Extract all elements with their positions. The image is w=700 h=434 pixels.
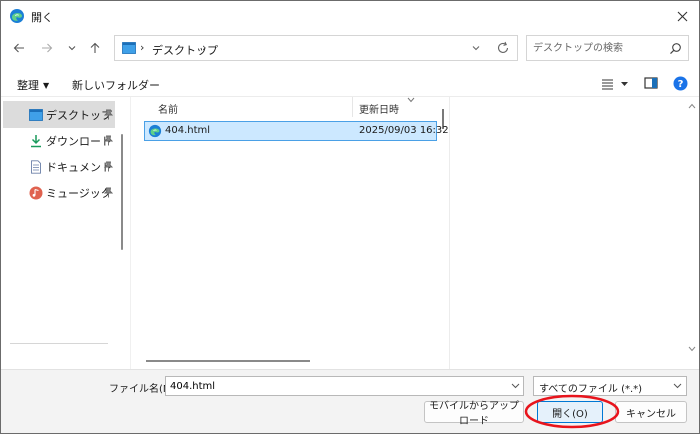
- document-icon: [31, 159, 41, 174]
- help-icon[interactable]: ?: [673, 76, 688, 91]
- edge-icon: [148, 124, 162, 138]
- column-header-date[interactable]: 更新日時: [359, 101, 399, 116]
- sidebar-item-documents[interactable]: ドキュメント: [3, 153, 115, 180]
- file-row[interactable]: 404.html 2025/09/03 16:32: [144, 121, 449, 141]
- sidebar-item-label: デスクトップ: [46, 108, 112, 122]
- svg-text:?: ?: [678, 79, 684, 90]
- sort-chevron-icon: [407, 97, 415, 103]
- chevron-up-icon[interactable]: [688, 103, 696, 109]
- arrow-left-icon: [13, 43, 24, 53]
- window-title: 開く: [31, 11, 53, 24]
- organize-label: 整理: [17, 79, 39, 92]
- list-view-icon: [602, 79, 628, 90]
- preview-pane-icon[interactable]: [644, 76, 658, 90]
- recent-locations-button[interactable]: [62, 38, 82, 58]
- search-box[interactable]: [526, 35, 689, 61]
- close-icon: [677, 11, 687, 21]
- organize-button[interactable]: 整理 ▼: [17, 77, 50, 92]
- download-icon: [31, 134, 41, 147]
- file-name-input[interactable]: [170, 379, 490, 393]
- close-button[interactable]: [671, 5, 693, 27]
- breadcrumb-desktop[interactable]: デスクトップ: [152, 42, 218, 58]
- arrow-right-icon: [42, 43, 53, 53]
- address-bar[interactable]: › デスクトップ ›: [114, 35, 518, 61]
- column-divider[interactable]: [352, 97, 353, 117]
- file-modified-date: 2025/09/03 16:32: [359, 125, 449, 136]
- sidebar-item-music[interactable]: ミュージック: [3, 179, 115, 206]
- pin-icon[interactable]: [104, 161, 113, 172]
- preview-pane: [449, 97, 699, 369]
- file-name: 404.html: [165, 125, 211, 136]
- open-button[interactable]: 開く(O): [537, 401, 603, 423]
- sidebar-item-label: ダウンロード: [46, 134, 112, 148]
- caret-down-icon: ▼: [43, 81, 50, 90]
- search-icon: [670, 43, 681, 55]
- navigation-scrollbar[interactable]: [121, 134, 123, 250]
- open-file-dialog: 開く › デスクトップ › デスクトップの検索 整理 ▼ 新しいフォルダー ? …: [0, 0, 700, 434]
- back-button[interactable]: [9, 38, 29, 58]
- desktop-icon: [29, 108, 43, 121]
- file-name-combobox[interactable]: [165, 376, 524, 396]
- title-bar: 開く: [1, 1, 699, 31]
- upload-from-mobile-button[interactable]: モバイルからアップロード: [424, 401, 524, 427]
- music-icon: [29, 186, 43, 199]
- pin-icon[interactable]: [104, 135, 113, 146]
- pin-icon[interactable]: [104, 187, 113, 198]
- breadcrumb-separator[interactable]: ›: [202, 41, 206, 54]
- up-button[interactable]: [85, 38, 105, 58]
- file-list-horizontal-scrollbar[interactable]: [146, 360, 310, 362]
- navigation-divider: [10, 343, 108, 344]
- column-header-name[interactable]: 名前: [158, 101, 178, 116]
- dialog-footer: ファイル名(N): すべてのファイル (*.*) モバイルからアップロード 開く…: [1, 369, 699, 433]
- new-folder-button[interactable]: 新しいフォルダー: [72, 77, 160, 92]
- chevron-down-icon: [673, 383, 682, 389]
- edge-icon: [10, 9, 24, 23]
- sidebar-item-downloads[interactable]: ダウンロード: [3, 127, 115, 154]
- cancel-button[interactable]: キャンセル: [615, 401, 687, 423]
- chevron-down-icon[interactable]: [511, 382, 520, 390]
- file-type-select[interactable]: すべてのファイル (*.*): [533, 376, 687, 396]
- sidebar-item-desktop[interactable]: デスクトップ: [3, 101, 115, 128]
- chevron-down-icon[interactable]: [688, 346, 696, 352]
- chevron-down-icon[interactable]: [470, 42, 482, 54]
- desktop-icon: [122, 42, 136, 54]
- file-list: 名前 更新日時 404.html 2025/09/03 16:32: [130, 97, 449, 369]
- chevron-down-icon: [68, 46, 76, 51]
- file-type-value: すべてのファイル (*.*): [539, 384, 643, 395]
- breadcrumb-separator: ›: [140, 41, 145, 54]
- refresh-icon[interactable]: [496, 41, 510, 55]
- search-input[interactable]: [533, 41, 663, 56]
- navigation-pane: デスクトップ ダウンロード ドキュメント ミュージック: [1, 97, 129, 369]
- sidebar-item-label: ミュージック: [46, 186, 112, 200]
- arrow-up-icon: [90, 42, 100, 53]
- pin-icon[interactable]: [104, 109, 113, 120]
- view-options-button[interactable]: [601, 77, 631, 91]
- sidebar-item-label: ドキュメント: [46, 160, 112, 174]
- forward-button[interactable]: [37, 38, 57, 58]
